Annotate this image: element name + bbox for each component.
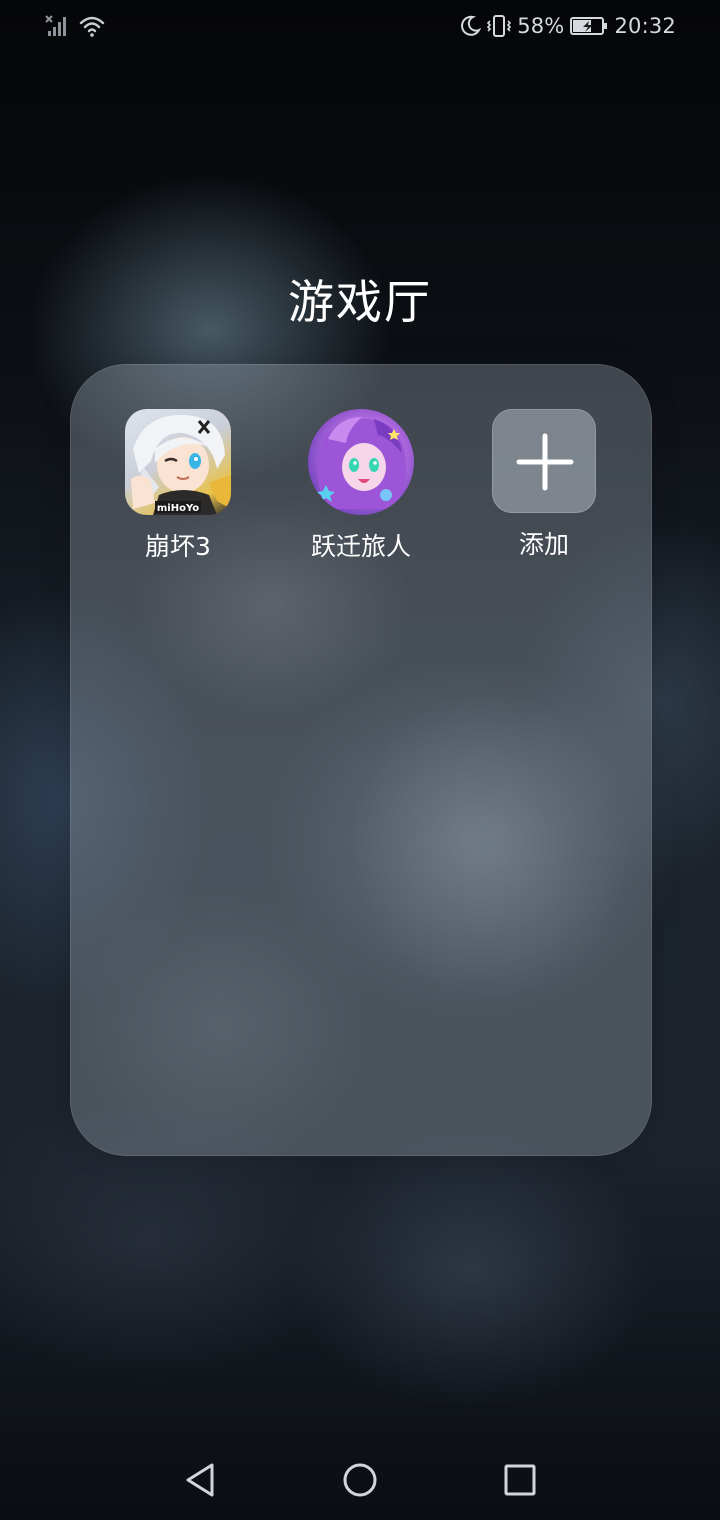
vibrate-icon xyxy=(487,14,512,38)
travel-app-icon[interactable] xyxy=(308,409,414,515)
app-add[interactable]: 添加 xyxy=(469,409,619,561)
app-label-travel: 跃迁旅人 xyxy=(310,532,411,561)
app-honkai3[interactable]: miHoYo 崩坏3 xyxy=(103,409,253,563)
moon-icon xyxy=(459,15,482,37)
signal-off-icon xyxy=(44,14,70,38)
app-label-add: 添加 xyxy=(518,530,569,559)
honkai3-app-icon[interactable]: miHoYo xyxy=(125,409,231,515)
recents-button[interactable] xyxy=(498,1458,542,1502)
back-button[interactable] xyxy=(178,1458,222,1502)
navigation-bar xyxy=(0,1440,720,1520)
wifi-icon xyxy=(78,14,106,38)
add-app-button[interactable] xyxy=(492,409,596,513)
plus-icon xyxy=(516,433,574,491)
status-left xyxy=(44,14,106,38)
home-button[interactable] xyxy=(338,1458,382,1502)
app-travel[interactable]: 跃迁旅人 xyxy=(286,409,436,563)
battery-percent: 58% xyxy=(517,14,565,38)
back-icon xyxy=(186,1463,214,1497)
mihoyo-logo-text: miHoYo xyxy=(157,503,199,514)
folder-title[interactable]: 游戏厅 xyxy=(0,266,720,332)
folder-panel: miHoYo 崩坏3 跃迁旅人 添加 xyxy=(70,364,652,1156)
home-icon xyxy=(343,1463,377,1497)
status-right: 58% 20:32 xyxy=(459,14,676,38)
app-label-honkai3: 崩坏3 xyxy=(145,532,211,561)
clock: 20:32 xyxy=(614,14,676,38)
recents-icon xyxy=(504,1464,536,1496)
status-bar: 58% 20:32 xyxy=(0,0,720,56)
battery-charging-icon xyxy=(570,16,608,36)
